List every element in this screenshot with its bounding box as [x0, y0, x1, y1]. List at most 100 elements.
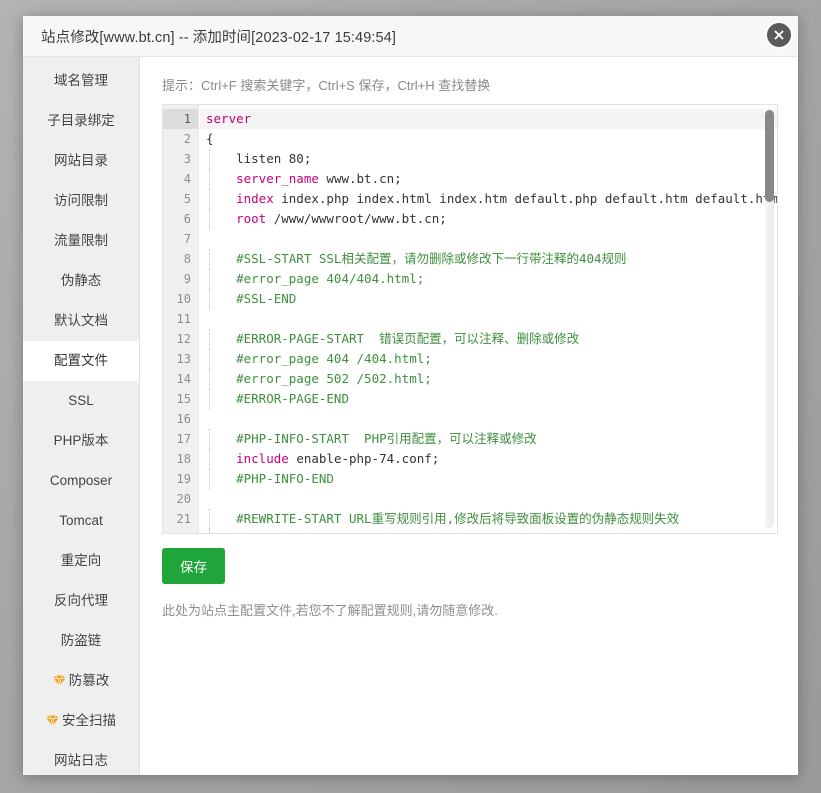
code-token: server_name: [206, 171, 319, 186]
editor-scrollbar[interactable]: [765, 110, 774, 528]
sidebar-item-10[interactable]: Composer: [23, 461, 139, 501]
sidebar-item-label: 流量限制: [54, 233, 108, 248]
sidebar-item-4[interactable]: 流量限制: [23, 221, 139, 261]
site-edit-dialog: 站点修改[www.bt.cn] -- 添加时间[2023-02-17 15:49…: [23, 16, 798, 775]
code-token: /www/server/panel/vhost/rewrite/www.bt.c…: [289, 531, 650, 533]
dialog-header: 站点修改[www.bt.cn] -- 添加时间[2023-02-17 15:49…: [23, 16, 798, 57]
main-content: 提示：Ctrl+F 搜索关键字，Ctrl+S 保存，Ctrl+H 查找替换 12…: [140, 57, 798, 775]
editor-scrollbar-thumb[interactable]: [765, 110, 774, 202]
code-text-area[interactable]: server{ listen 80; server_name www.bt.cn…: [200, 105, 777, 533]
code-token: #ERROR-PAGE-END: [206, 391, 349, 406]
code-token: #SSL-START SSL相关配置，请勿删除或修改下一行带注释的404规则: [206, 251, 627, 266]
code-line: include /www/server/panel/vhost/rewrite/…: [200, 529, 777, 533]
config-editor[interactable]: 12345678910111213141516171819202122 serv…: [162, 104, 778, 534]
line-number: 5: [163, 189, 198, 209]
line-number: 18: [163, 449, 198, 469]
sidebar-item-label: 子目录绑定: [47, 113, 115, 128]
line-number: 2: [163, 129, 198, 149]
sidebar-item-2[interactable]: 网站目录: [23, 141, 139, 181]
code-token: enable-php-74.conf;: [289, 451, 440, 466]
line-number: 13: [163, 349, 198, 369]
line-number: 12: [163, 329, 198, 349]
code-line: server_name www.bt.cn;: [200, 169, 777, 189]
sidebar-item-label: 访问限制: [54, 193, 108, 208]
sidebar-item-label: 重定向: [61, 553, 102, 568]
sidebar-item-label: SSL: [68, 393, 94, 408]
line-number: 22: [163, 529, 198, 534]
code-line: #PHP-INFO-END: [200, 469, 777, 489]
code-line: #error_page 404 /404.html;: [200, 349, 777, 369]
code-token: index.php index.html index.htm default.p…: [274, 191, 777, 206]
code-token: #REWRITE-START URL重写规则引用,修改后将导致面板设置的伪静态规…: [206, 511, 679, 526]
code-token: #error_page 404/404.html;: [206, 271, 424, 286]
line-number: 15: [163, 389, 198, 409]
sidebar-item-0[interactable]: 域名管理: [23, 61, 139, 101]
line-number-gutter: 12345678910111213141516171819202122: [163, 105, 199, 533]
save-button[interactable]: 保存: [162, 548, 225, 584]
line-number: 20: [163, 489, 198, 509]
sidebar-item-13[interactable]: 反向代理: [23, 581, 139, 621]
code-line: index index.php index.html index.htm def…: [200, 189, 777, 209]
sidebar-item-15[interactable]: 防篡改: [23, 661, 139, 701]
sidebar-item-label: PHP版本: [54, 433, 109, 448]
sidebar-item-label: 网站目录: [54, 153, 108, 168]
sidebar-item-1[interactable]: 子目录绑定: [23, 101, 139, 141]
gem-icon: [53, 675, 66, 686]
sidebar-item-6[interactable]: 默认文档: [23, 301, 139, 341]
line-number: 7: [163, 229, 198, 249]
code-line: root /www/wwwroot/www.bt.cn;: [200, 209, 777, 229]
close-button[interactable]: [765, 21, 793, 49]
sidebar-item-14[interactable]: 防盗链: [23, 621, 139, 661]
sidebar-item-12[interactable]: 重定向: [23, 541, 139, 581]
sidebar-item-11[interactable]: Tomcat: [23, 501, 139, 541]
sidebar-item-7[interactable]: 配置文件: [23, 341, 139, 381]
code-token: index: [206, 191, 274, 206]
sidebar: 域名管理子目录绑定网站目录访问限制流量限制伪静态默认文档配置文件 SSL PHP版本…: [23, 57, 140, 775]
code-line: [200, 309, 777, 329]
line-number: 1: [163, 109, 198, 129]
sidebar-item-label: 安全扫描: [62, 713, 116, 728]
sidebar-item-5[interactable]: 伪静态: [23, 261, 139, 301]
sidebar-item-label: 伪静态: [61, 273, 102, 288]
code-line: listen 80;: [200, 149, 777, 169]
sidebar-item-label: 默认文档: [54, 313, 108, 328]
editor-note: 此处为站点主配置文件,若您不了解配置规则,请勿随意修改.: [162, 600, 778, 619]
code-line: #SSL-START SSL相关配置，请勿删除或修改下一行带注释的404规则: [200, 249, 777, 269]
line-number: 21: [163, 509, 198, 529]
line-number: 10: [163, 289, 198, 309]
sidebar-item-label: 防篡改: [69, 673, 110, 688]
code-token: #SSL-END: [206, 291, 296, 306]
line-number: 11: [163, 309, 198, 329]
code-token: www.bt.cn;: [319, 171, 402, 186]
code-token: listen 80;: [206, 151, 311, 166]
line-number: 16: [163, 409, 198, 429]
code-line: #error_page 502 /502.html;: [200, 369, 777, 389]
line-number: 8: [163, 249, 198, 269]
sidebar-item-8[interactable]: SSL: [23, 381, 139, 421]
sidebar-item-3[interactable]: 访问限制: [23, 181, 139, 221]
code-token: #ERROR-PAGE-START 错误页配置，可以注释、删除或修改: [206, 331, 579, 346]
sidebar-item-9[interactable]: PHP版本: [23, 421, 139, 461]
sidebar-item-16[interactable]: 安全扫描: [23, 701, 139, 741]
code-token: #PHP-INFO-START PHP引用配置，可以注释或修改: [206, 431, 537, 446]
sidebar-item-label: 网站日志: [54, 753, 108, 768]
code-token: include: [206, 451, 289, 466]
sidebar-item-17[interactable]: 网站日志: [23, 741, 139, 775]
code-line: {: [200, 129, 777, 149]
code-line: #ERROR-PAGE-END: [200, 389, 777, 409]
code-line: server: [200, 109, 777, 129]
line-number: 6: [163, 209, 198, 229]
close-icon: [773, 29, 785, 41]
code-token: /www/wwwroot/www.bt.cn;: [266, 211, 447, 226]
sidebar-item-label: Tomcat: [59, 513, 103, 528]
code-line: [200, 409, 777, 429]
gem-icon: [46, 715, 59, 726]
code-line: #ERROR-PAGE-START 错误页配置，可以注释、删除或修改: [200, 329, 777, 349]
dialog-body: 域名管理子目录绑定网站目录访问限制流量限制伪静态默认文档配置文件 SSL PHP版本…: [23, 57, 798, 775]
sidebar-item-label: 域名管理: [54, 73, 108, 88]
line-number: 9: [163, 269, 198, 289]
line-number: 14: [163, 369, 198, 389]
line-number: 17: [163, 429, 198, 449]
sidebar-item-label: 防盗链: [61, 633, 102, 648]
sidebar-item-label: Composer: [50, 473, 112, 488]
